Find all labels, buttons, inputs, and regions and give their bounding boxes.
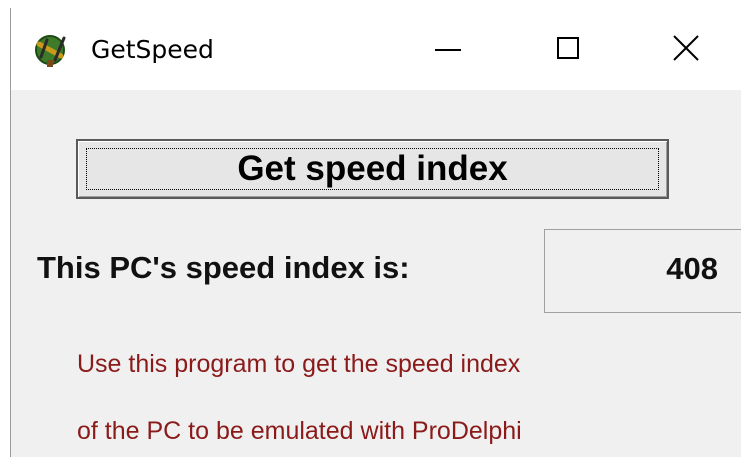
client-area: Get speed index This PC's speed index is… xyxy=(11,90,741,457)
title-bar[interactable]: GetSpeed xyxy=(11,8,741,90)
info-text-line-2: of the PC to be emulated with ProDelphi xyxy=(77,417,522,445)
maximize-icon xyxy=(557,37,579,59)
close-icon xyxy=(673,35,699,61)
speed-index-label: This PC's speed index is: xyxy=(37,250,410,285)
minimize-icon xyxy=(435,49,461,51)
speed-index-value: 408 xyxy=(666,251,718,286)
info-text-line-1: Use this program to get the speed index xyxy=(77,350,521,378)
getspeed-window: GetSpeed Get speed index This PC's speed… xyxy=(10,8,741,457)
close-button[interactable] xyxy=(626,8,741,90)
window-title: GetSpeed xyxy=(91,35,214,64)
get-speed-index-button[interactable]: Get speed index xyxy=(76,139,669,199)
app-icon xyxy=(31,30,71,70)
speed-index-value-box: 408 xyxy=(544,229,741,313)
maximize-button[interactable] xyxy=(509,8,629,90)
get-speed-index-button-label: Get speed index xyxy=(237,149,508,188)
minimize-button[interactable] xyxy=(389,8,509,90)
